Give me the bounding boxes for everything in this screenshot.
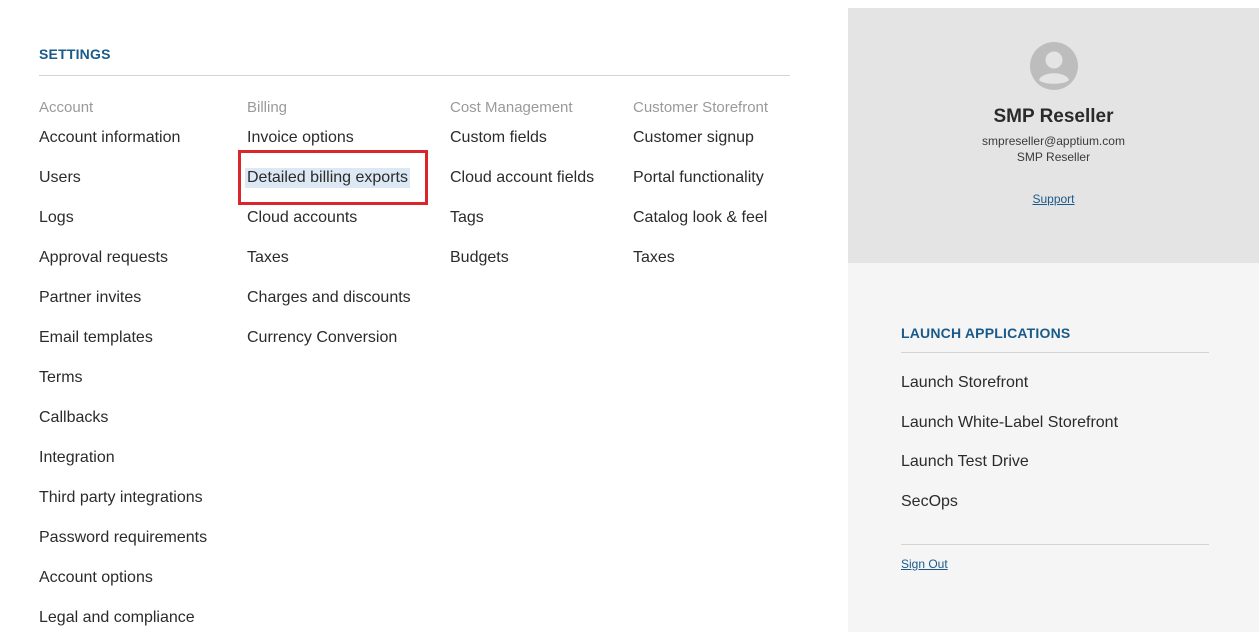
menu-item-users[interactable]: Users <box>39 168 207 208</box>
column-heading-account: Account <box>39 99 94 116</box>
sign-out-link[interactable]: Sign Out <box>901 557 948 571</box>
settings-title: SETTINGS <box>39 46 111 62</box>
column-heading-cost-management: Cost Management <box>450 99 573 116</box>
menu-item-logs[interactable]: Logs <box>39 208 207 248</box>
menu-item-callbacks[interactable]: Callbacks <box>39 408 207 448</box>
menu-item-customer-signup[interactable]: Customer signup <box>633 128 768 168</box>
column-heading-billing: Billing <box>247 99 288 116</box>
menu-item-invoice-options[interactable]: Invoice options <box>247 128 411 168</box>
divider <box>901 544 1209 545</box>
account-organization: SMP Reseller <box>1016 150 1091 164</box>
menu-item-billing-taxes[interactable]: Taxes <box>247 248 411 288</box>
account-card: SMP Reseller smpreseller@apptium.com SMP… <box>848 8 1259 263</box>
user-circle-icon <box>1030 42 1078 90</box>
menu-item-custom-fields[interactable]: Custom fields <box>450 128 594 168</box>
menu-item-legal-and-compliance[interactable]: Legal and compliance <box>39 608 207 632</box>
menu-item-account-information[interactable]: Account information <box>39 128 207 168</box>
menu-item-integration[interactable]: Integration <box>39 448 207 488</box>
menu-item-terms[interactable]: Terms <box>39 368 207 408</box>
divider <box>39 75 790 76</box>
menu-item-currency-conversion[interactable]: Currency Conversion <box>247 328 411 368</box>
secops-link[interactable]: SecOps <box>901 493 958 511</box>
menu-item-charges-and-discounts[interactable]: Charges and discounts <box>247 288 411 328</box>
support-link[interactable]: Support <box>848 192 1259 206</box>
menu-item-cloud-account-fields[interactable]: Cloud account fields <box>450 168 594 208</box>
launch-white-label-storefront-link[interactable]: Launch White-Label Storefront <box>901 414 1118 432</box>
menu-item-budgets[interactable]: Budgets <box>450 248 594 288</box>
menu-item-tags[interactable]: Tags <box>450 208 594 248</box>
divider <box>901 352 1209 353</box>
account-column: Account Account information Users Logs A… <box>39 98 207 632</box>
settings-menu-popover: SETTINGS Account Account information Use… <box>0 0 1259 632</box>
menu-item-portal-functionality[interactable]: Portal functionality <box>633 168 768 208</box>
menu-item-partner-invites[interactable]: Partner invites <box>39 288 207 328</box>
menu-item-third-party-integrations[interactable]: Third party integrations <box>39 488 207 528</box>
menu-item-email-templates[interactable]: Email templates <box>39 328 207 368</box>
customer-storefront-column: Customer Storefront Customer signup Port… <box>633 98 768 288</box>
menu-item-password-requirements[interactable]: Password requirements <box>39 528 207 568</box>
column-heading-customer-storefront: Customer Storefront <box>633 99 769 116</box>
menu-item-catalog-look-and-feel[interactable]: Catalog look & feel <box>633 208 768 248</box>
menu-item-approval-requests[interactable]: Approval requests <box>39 248 207 288</box>
menu-item-detailed-billing-exports[interactable]: Detailed billing exports <box>245 168 411 208</box>
menu-item-account-options[interactable]: Account options <box>39 568 207 608</box>
menu-item-storefront-taxes[interactable]: Taxes <box>633 248 768 288</box>
launch-applications-panel: LAUNCH APPLICATIONS Launch Storefront La… <box>848 263 1259 632</box>
cost-management-column: Cost Management Custom fields Cloud acco… <box>450 98 594 288</box>
launch-applications-title: LAUNCH APPLICATIONS <box>901 325 1071 341</box>
account-name: SMP Reseller <box>993 106 1114 127</box>
launch-test-drive-link[interactable]: Launch Test Drive <box>901 453 1029 471</box>
billing-column: Billing Invoice options Detailed billing… <box>245 98 411 368</box>
settings-panel: SETTINGS Account Account information Use… <box>0 0 848 632</box>
menu-item-cloud-accounts[interactable]: Cloud accounts <box>247 208 411 248</box>
account-email: smpreseller@apptium.com <box>982 134 1125 148</box>
launch-storefront-link[interactable]: Launch Storefront <box>901 374 1028 392</box>
